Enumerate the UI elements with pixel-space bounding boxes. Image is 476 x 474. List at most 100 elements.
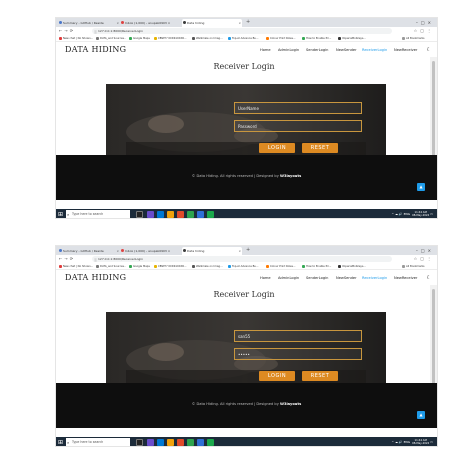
footer-copyright: © Data Hiding. All rights reserved | Des…: [191, 402, 302, 406]
bookmark-item[interactable]: DATA_and Sources..: [96, 264, 126, 269]
browser-tab[interactable]: Inbox (1,000) - anupak0903 ×: [120, 19, 182, 27]
close-tab-icon[interactable]: ×: [116, 247, 119, 255]
url-text: 127.0.0.1:8000/ReceiverLogin: [98, 257, 144, 261]
bookmark-item[interactable]: New chat | No Shown...: [59, 36, 93, 41]
bookmark-item[interactable]: New chat | No Shown...: [59, 264, 93, 269]
clock: 11:44 AM 08-May-2024: [412, 210, 430, 217]
url-field[interactable]: ⓘ 127.0.0.1:8000/ReceiverLogin: [92, 256, 392, 262]
nav-receiver-login[interactable]: ReceiverLogin: [362, 45, 387, 55]
profile-menu-icons[interactable]: ☆▢⋮: [414, 255, 434, 263]
browser-tab[interactable]: Summary - GitHub / Reside ×: [58, 247, 120, 255]
nav-new-sender[interactable]: NewSender: [336, 45, 357, 55]
app-icon[interactable]: [197, 439, 204, 446]
app-icon[interactable]: [197, 211, 204, 218]
nav-buttons[interactable]: ←→⟳: [59, 27, 75, 35]
bookmark-item[interactable]: Google Maps: [129, 264, 150, 269]
nav-receiver-login[interactable]: ReceiverLogin: [362, 273, 387, 283]
bookmark-item[interactable]: ImperiaMobileys...: [338, 264, 366, 269]
browser-tab[interactable]: Summary - GitHub / Reside ×: [58, 19, 120, 27]
nav-admin-login[interactable]: AdminLogin: [278, 273, 299, 283]
url-text: 127.0.0.1:8000/ReceiverLogin: [98, 29, 144, 33]
screenshot-empty-form: Summary - GitHub / Reside × Inbox (1,000)…: [55, 17, 438, 219]
nav-admin-login[interactable]: AdminLogin: [278, 45, 299, 55]
site-navbar: DATA HIDING Home AdminLogin SenderLogin …: [56, 43, 437, 57]
bookmark-item[interactable]: DATA_and Sources..: [96, 36, 126, 41]
chrome-icon[interactable]: [187, 211, 194, 218]
bookmark-item[interactable]: How to Enable Pri...: [302, 36, 331, 41]
username-field[interactable]: UserName: [234, 102, 362, 114]
nav-sender-login[interactable]: SenderLogin: [306, 45, 328, 55]
windows-start-icon[interactable]: ⊞: [58, 439, 63, 446]
file-explorer-icon[interactable]: [167, 211, 174, 218]
theme-toggle-icon[interactable]: ☾: [427, 45, 431, 55]
app-icon[interactable]: [147, 439, 154, 446]
nav-home[interactable]: Home: [260, 273, 271, 283]
bookmark-item[interactable]: CBSE?? 00DK19XXR...: [154, 264, 186, 269]
nav-new-receiver[interactable]: NewReceiver: [394, 273, 417, 283]
bookmark-item[interactable]: CBSE?? 00DK19XXR...: [154, 36, 186, 41]
theme-toggle-icon[interactable]: ☾: [427, 273, 431, 283]
edge-icon[interactable]: [157, 439, 164, 446]
close-tab-icon[interactable]: ×: [116, 19, 119, 27]
bookmark-item[interactable]: Colour Print Roles...: [266, 264, 295, 269]
nav-sender-login[interactable]: SenderLogin: [306, 273, 328, 283]
browser-tab-bar: Summary - GitHub / Reside × Inbox (1,000)…: [56, 18, 437, 27]
tab-title: Summary - GitHub / Reside: [63, 249, 104, 253]
password-field[interactable]: •••••: [234, 348, 362, 360]
system-tray[interactable]: ^ ☁ 🔊 ENG 11:44 AM 08-May-2024 ▭: [392, 209, 433, 218]
bookmark-folder[interactable]: All Bookmarks: [402, 36, 425, 41]
close-tab-icon[interactable]: ×: [238, 247, 241, 255]
file-explorer-icon[interactable]: [167, 439, 174, 446]
system-tray[interactable]: ^ ☁ 🔊 ENG 11:44 AM 08-May-2024 ▭: [392, 437, 433, 446]
windows-taskbar: ⊞ ⌕ Type here to search ^ ☁ 🔊 ENG 11:44 AM…: [56, 437, 437, 446]
bookmark-folder[interactable]: All Bookmarks: [402, 264, 425, 269]
reset-button[interactable]: RESET: [302, 371, 338, 381]
tab-title: Inbox (1,000) - anupak0903 ×: [125, 21, 171, 25]
windows-start-icon[interactable]: ⊞: [58, 211, 63, 218]
bookmark-item[interactable]: ImperiaMobileys...: [338, 36, 366, 41]
office-icon[interactable]: [177, 439, 184, 446]
app-icon[interactable]: [207, 439, 214, 446]
edge-icon[interactable]: [157, 211, 164, 218]
browser-tab[interactable]: Inbox (1,000) - anupak0903 ×: [120, 247, 182, 255]
browser-tab-active[interactable]: Data hiding ×: [182, 247, 242, 255]
taskview-icon[interactable]: [136, 439, 143, 446]
bookmark-item[interactable]: How to Enable Pri...: [302, 264, 331, 269]
brand-logo[interactable]: DATA HIDING: [65, 273, 126, 283]
chrome-icon[interactable]: [187, 439, 194, 446]
new-tab-icon[interactable]: +: [246, 19, 250, 26]
profile-menu-icons[interactable]: ☆▢⋮: [414, 27, 434, 35]
nav-buttons[interactable]: ←→⟳: [59, 255, 75, 263]
new-tab-icon[interactable]: +: [246, 247, 250, 254]
login-button[interactable]: LOGIN: [259, 143, 295, 153]
nav-new-sender[interactable]: NewSender: [336, 273, 357, 283]
office-icon[interactable]: [177, 211, 184, 218]
window-controls[interactable]: –□×: [416, 18, 434, 27]
reset-button[interactable]: RESET: [302, 143, 338, 153]
close-tab-icon[interactable]: ×: [238, 19, 241, 27]
bookmark-item[interactable]: Colour Print Roles...: [266, 36, 295, 41]
taskbar-search[interactable]: ⌕ Type here to search: [66, 438, 130, 446]
bookmark-item[interactable]: Google Maps: [129, 36, 150, 41]
bookmark-item[interactable]: Top-AI Advance Bu...: [228, 36, 259, 41]
password-field[interactable]: Password: [234, 120, 362, 132]
tab-title: Summary - GitHub / Reside: [63, 21, 104, 25]
scroll-top-icon[interactable]: ▲: [417, 183, 425, 191]
taskview-icon[interactable]: [136, 211, 143, 218]
nav-home[interactable]: Home: [260, 45, 271, 55]
nav-new-receiver[interactable]: NewReceiver: [394, 45, 417, 55]
bookmark-item[interactable]: Walkmale on Imag...: [192, 36, 223, 41]
brand-logo[interactable]: DATA HIDING: [65, 45, 126, 55]
bookmark-item[interactable]: Walkmale on Imag...: [192, 264, 223, 269]
username-field[interactable]: san55: [234, 330, 362, 342]
window-controls[interactable]: –□×: [416, 246, 434, 255]
scroll-top-icon[interactable]: ▲: [417, 411, 425, 419]
app-icon[interactable]: [147, 211, 154, 218]
url-field[interactable]: ⓘ 127.0.0.1:8000/ReceiverLogin: [92, 28, 392, 34]
login-button[interactable]: LOGIN: [259, 371, 295, 381]
app-icon[interactable]: [207, 211, 214, 218]
browser-tab-active[interactable]: Data hiding ×: [182, 19, 242, 27]
bookmark-item[interactable]: Top-AI Advance Bu...: [228, 264, 259, 269]
taskbar-search[interactable]: ⌕ Type here to search: [66, 210, 130, 218]
login-hero: san55 ••••• LOGIN RESET: [106, 312, 386, 383]
